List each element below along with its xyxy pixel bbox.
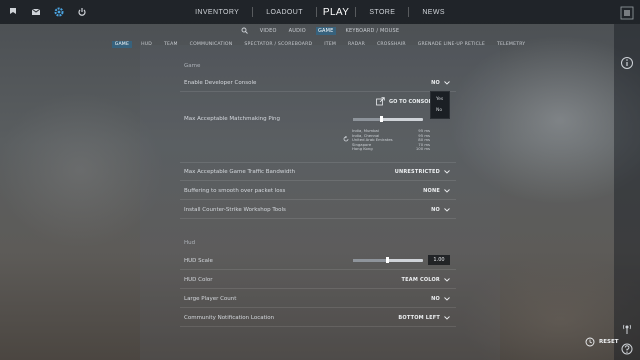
tab-keyboard-mouse[interactable]: KEYBOARD / MOUSE (344, 27, 402, 35)
hud-scale-label: HUD Scale (184, 258, 213, 264)
reset-button[interactable]: RESET (585, 337, 618, 347)
workshop-tools-select[interactable]: NO (431, 207, 450, 213)
large-player-count-select[interactable]: NO (431, 296, 450, 302)
chevron-down-icon (444, 189, 450, 193)
subtab-spectator-scoreboard[interactable]: SPECTATOR / SCOREBOARD (241, 41, 315, 48)
subtab-communication[interactable]: COMMUNICATION (187, 41, 236, 48)
list-item: Hong Kong 100 ms (352, 146, 430, 152)
hud-color-label: HUD Color (184, 277, 213, 283)
chevron-down-icon (444, 297, 450, 301)
buffering-label: Buffering to smooth over packet loss (184, 188, 286, 194)
game-subtabs: GAME HUD TEAM COMMUNICATION SPECTATOR / … (0, 39, 640, 49)
section-title-hud: Hud (184, 240, 196, 246)
hud-color-value: TEAM COLOR (401, 277, 440, 283)
subtab-telemetry[interactable]: TELEMETRY (494, 41, 528, 48)
row-hud-color: HUD Color TEAM COLOR (180, 271, 456, 289)
row-buffering: Buffering to smooth over packet loss NON… (180, 182, 456, 200)
subtab-team[interactable]: TEAM (161, 41, 181, 48)
nav-store[interactable]: STORE (356, 9, 408, 16)
buffering-select[interactable]: NONE (423, 188, 450, 194)
chevron-down-icon (444, 208, 450, 212)
hud-scale-slider-knob[interactable] (386, 257, 389, 263)
workshop-tools-value: NO (431, 207, 440, 213)
section-title-game: Game (184, 63, 201, 69)
buffering-value: NONE (423, 188, 440, 194)
large-player-count-label: Large Player Count (184, 296, 237, 302)
row-large-player-count: Large Player Count NO (180, 290, 456, 308)
subtab-radar[interactable]: RADAR (345, 41, 368, 48)
external-link-icon (376, 97, 385, 106)
refresh-icon[interactable] (343, 127, 349, 142)
reset-label: RESET (599, 339, 619, 345)
community-notification-select[interactable]: BOTTOM LEFT (398, 315, 450, 321)
main-nav: INVENTORY LOADOUT PLAY STORE NEWS (0, 0, 640, 24)
subtab-game[interactable]: GAME (111, 40, 133, 48)
subtab-crosshair[interactable]: CROSSHAIR (374, 41, 409, 48)
developer-console-select[interactable]: NO (431, 80, 450, 86)
row-traffic-bandwidth: Max Acceptable Game Traffic Bandwidth UN… (180, 164, 456, 181)
developer-console-value: NO (431, 80, 440, 86)
workshop-tools-label: Install Counter-Strike Workshop Tools (184, 207, 286, 213)
ping-slider-fill (353, 118, 381, 121)
tab-game[interactable]: GAME (315, 27, 336, 35)
ping-list: India, Mumbai 95 ms India, Chennai 95 ms U… (352, 128, 430, 151)
matchmaking-ping-label: Max Acceptable Matchmaking Ping (184, 116, 281, 122)
developer-console-label: Enable Developer Console (184, 80, 257, 86)
chevron-down-icon (444, 316, 450, 320)
right-sidebar (614, 24, 640, 360)
nav-inventory[interactable]: INVENTORY (182, 9, 252, 16)
row-community-notification: Community Notification Location BOTTOM L… (180, 309, 456, 327)
chevron-down-icon (444, 278, 450, 282)
hud-scale-input[interactable]: 1.00 (428, 255, 450, 265)
community-notification-value: BOTTOM LEFT (398, 315, 440, 321)
broadcast-icon[interactable] (620, 321, 634, 335)
hud-color-select[interactable]: TEAM COLOR (402, 277, 450, 283)
tab-audio[interactable]: AUDIO (287, 27, 308, 35)
traffic-bandwidth-select[interactable]: UNRESTRICTED (395, 169, 450, 175)
chevron-down-icon (444, 81, 450, 85)
row-workshop-tools: Install Counter-Strike Workshop Tools NO (180, 201, 456, 219)
large-player-count-value: NO (431, 296, 440, 302)
chevron-down-icon (444, 170, 450, 174)
subtab-grenade-lineup[interactable]: GRENADE LINE-UP RETICLE (415, 41, 488, 48)
row-developer-console: Enable Developer Console NO (180, 75, 456, 92)
hud-scale-slider-fill (353, 259, 387, 262)
dropdown-option-yes[interactable]: Yes (436, 97, 443, 102)
nav-play[interactable]: PLAY (317, 7, 355, 18)
ping-slider-knob[interactable] (380, 116, 383, 122)
traffic-bandwidth-label: Max Acceptable Game Traffic Bandwidth (184, 169, 296, 175)
subtab-item[interactable]: ITEM (321, 41, 339, 48)
community-notification-label: Community Notification Location (184, 315, 275, 321)
subtab-hud[interactable]: HUD (138, 41, 155, 48)
settings-tabs: VIDEO AUDIO GAME KEYBOARD / MOUSE (0, 25, 640, 37)
info-icon[interactable] (620, 55, 634, 69)
traffic-bandwidth-value: UNRESTRICTED (394, 169, 440, 175)
reset-history-icon (585, 337, 595, 347)
settings-search-icon[interactable] (239, 27, 250, 36)
nav-news[interactable]: NEWS (409, 9, 458, 16)
nav-loadout[interactable]: LOADOUT (253, 9, 316, 16)
help-icon[interactable] (620, 341, 634, 355)
tab-video[interactable]: VIDEO (258, 27, 279, 35)
hamburger-menu-icon[interactable] (620, 5, 634, 20)
